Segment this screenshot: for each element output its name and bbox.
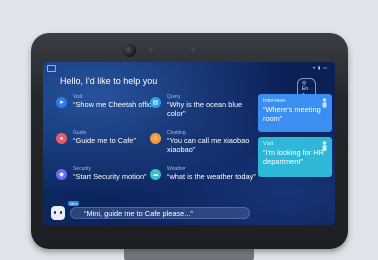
sensor-dot: [191, 48, 195, 52]
avatar-eye: [54, 211, 56, 214]
card-query[interactable]: ▤ Query “Why is the ocean blue color”: [150, 94, 250, 124]
battery-icon: ▭: [323, 65, 327, 70]
document-icon: ▤: [150, 97, 161, 108]
robot-screen: ▾ ▮ ▭ Hello, I'd like to help you ◎ En ▾…: [43, 62, 335, 225]
panel-tag: Interview: [263, 98, 286, 104]
avatar-eye: [60, 211, 62, 214]
panel-text: “Where's meeting room”: [263, 105, 321, 123]
shield-icon: ◆: [56, 169, 67, 180]
panel-tag: Visit: [263, 141, 274, 147]
panel-interview[interactable]: Interview “Where's meeting room”: [258, 94, 332, 132]
device-bezel: ▾ ▮ ▭ Hello, I'd like to help you ◎ En ▾…: [31, 33, 348, 249]
card-weather[interactable]: ☁ Weather “what is the weather today”: [150, 166, 256, 196]
camera-icon: [123, 44, 136, 57]
wifi-icon: ▾: [313, 65, 316, 70]
card-text: “You can call me xiaobao xiaobao”: [167, 136, 250, 154]
card-guide[interactable]: ● Guide “Guide me to Cafe”: [56, 130, 156, 160]
chat-smile-icon: ☺: [150, 133, 161, 144]
status-bar: ▾ ▮ ▭: [313, 65, 327, 70]
voice-prompt-bubble[interactable]: “Mini, guide me to Cafe please...”: [70, 207, 250, 219]
card-text: “Why is the ocean blue color”: [167, 100, 243, 118]
navigation-icon: ➤: [56, 97, 67, 108]
signal-icon: ▮: [318, 65, 321, 70]
sensor-dot: [149, 48, 153, 52]
card-text: “what is the weather today”: [167, 172, 256, 181]
greeting-title: Hello, I'd like to help you: [60, 76, 158, 86]
location-pin-icon: ●: [56, 133, 67, 144]
robot-avatar-icon[interactable]: [51, 206, 65, 220]
assistant-badge: Mini: [68, 201, 80, 206]
card-chatting[interactable]: ☺ Chatting “You can call me xiaobao xiao…: [150, 130, 250, 160]
panel-text: “I'm looking for HR department”: [263, 148, 324, 166]
card-visit[interactable]: ➤ Visit “Show me Cheetah office”: [56, 94, 158, 124]
panel-visit[interactable]: Visit “I'm looking for HR department”: [258, 137, 332, 177]
card-security[interactable]: ◆ Security “Start Security motion”: [56, 166, 156, 196]
window-icon: [47, 65, 56, 72]
cloud-icon: ☁: [150, 169, 161, 180]
